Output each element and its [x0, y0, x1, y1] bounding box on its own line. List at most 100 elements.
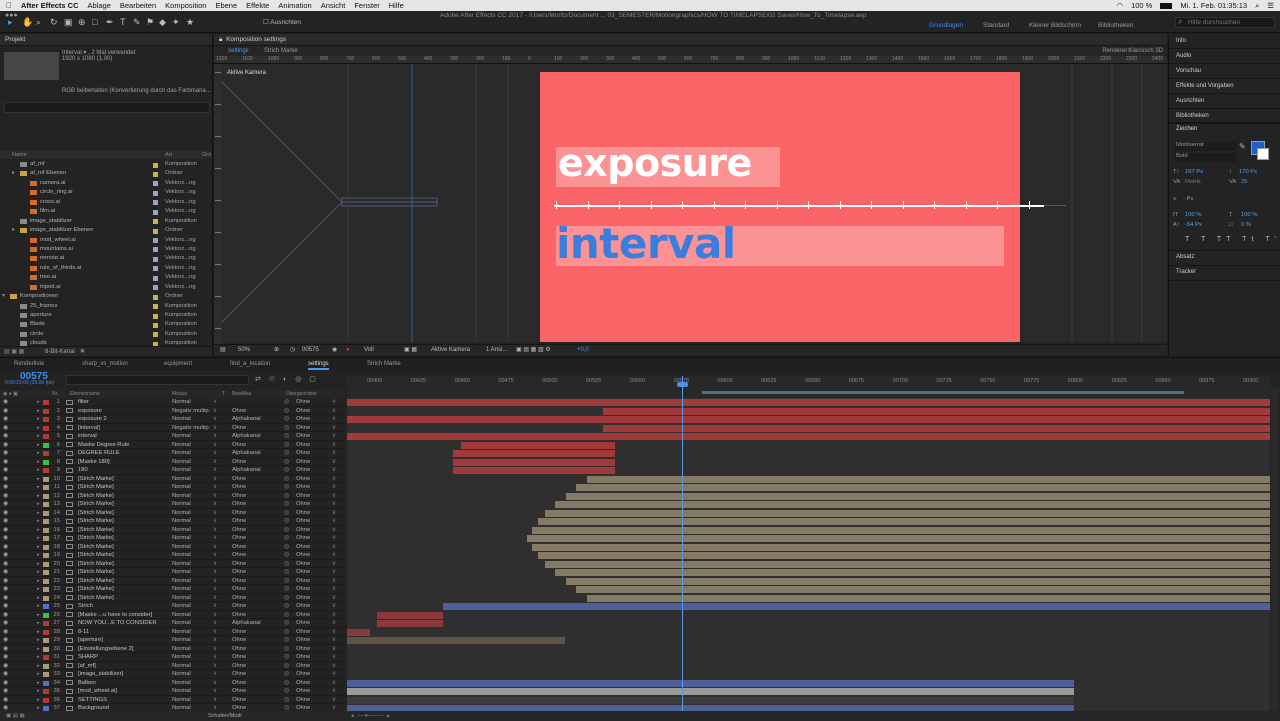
layer-label-color[interactable] [43, 519, 49, 524]
layer-row[interactable]: ◉ ▸ 22 [Strich Marke] Normal ∨ Ohne ◎ Ohne ∨ [0, 577, 345, 585]
track-matte-select[interactable]: Ohne [232, 500, 246, 509]
layer-name[interactable]: [Strich Marke] [78, 526, 114, 535]
expand-triangle-icon[interactable]: ▸ [12, 226, 15, 235]
layer-label-color[interactable] [43, 459, 49, 465]
parent-select[interactable]: Ohne ∨ [296, 585, 336, 594]
layer-label-color[interactable] [43, 425, 49, 431]
visibility-eye-icon[interactable]: ◉ [3, 500, 8, 509]
menu-item-ansicht[interactable]: Ansicht [321, 1, 346, 10]
track-matte-select[interactable]: Alphakanal [232, 415, 261, 424]
layer-row[interactable]: ◉ ▸ 34 Balken Normal ∨ Ohne ◎ Ohne ∨ [0, 679, 345, 687]
layer-name[interactable]: [Strich Marke] [78, 500, 114, 509]
parent-select[interactable]: Ohne ∨ [296, 449, 336, 458]
blend-mode-select[interactable]: Negativ multip ∨ [172, 424, 217, 432]
project-item[interactable]: tripod.ai Vektorz...ng [0, 283, 212, 292]
pick-whip-icon[interactable]: ◎ [284, 585, 289, 594]
layer-label-color[interactable] [43, 451, 49, 456]
blend-mode-select[interactable]: Normal ∨ [172, 585, 217, 593]
expand-triangle-icon[interactable]: ▸ [37, 594, 40, 603]
expand-triangle-icon[interactable]: ▸ [37, 441, 40, 450]
layer-label-color[interactable] [43, 536, 49, 541]
project-item[interactable]: circle Komposition [0, 330, 212, 339]
clock[interactable]: Mi. 1. Feb. 01:35:13 [1180, 1, 1247, 10]
layer-duration-bar[interactable] [602, 407, 1270, 415]
parent-select[interactable]: Ohne ∨ [296, 653, 336, 662]
panel-effekte-und-vorgaben[interactable]: Effekte und Vorgaben [1176, 83, 1234, 89]
layer-duration-bar[interactable] [376, 620, 443, 627]
align-checkbox[interactable]: ☐ Ausrichten [263, 18, 301, 28]
bit-depth[interactable]: 8-Bit-Kanal [45, 349, 75, 355]
visibility-eye-icon[interactable]: ◉ [3, 585, 8, 594]
timeline-tab-sharp_vs_motion[interactable]: sharp_vs_motion [82, 358, 128, 370]
layer-row[interactable]: ◉ ▸ 6 Maske Degree Rule Normal ∨ Ohne ◎ Ohne ∨ [0, 441, 345, 450]
label-color[interactable] [153, 256, 158, 262]
track-matte-select[interactable]: Ohne [232, 509, 246, 518]
track-matte-select[interactable]: Ohne [232, 594, 246, 603]
blend-mode-select[interactable]: Normal ∨ [172, 534, 217, 542]
parent-select[interactable]: Ohne ∨ [296, 509, 336, 518]
pick-whip-icon[interactable]: ◎ [284, 534, 289, 543]
layer-label-color[interactable] [43, 493, 49, 499]
parent-select[interactable]: Ohne ∨ [296, 517, 336, 526]
layer-row[interactable]: ◉ ▸ 11 [Strich Marke] Normal ∨ Ohne ◎ Ohne ∨ [0, 483, 345, 492]
visibility-eye-icon[interactable]: ◉ [3, 475, 8, 484]
expand-triangle-icon[interactable]: ▸ [37, 424, 40, 433]
layer-row[interactable]: ◉ ▸ 9 180 Normal ∨ Alphakanal ◎ Ohne ∨ [0, 466, 345, 475]
color-channel-icon[interactable]: ● [346, 345, 350, 356]
expand-triangle-icon[interactable]: ▸ [37, 458, 40, 467]
layer-duration-bar[interactable] [347, 637, 565, 644]
label-color[interactable] [153, 209, 158, 215]
label-color[interactable] [153, 162, 158, 168]
layer-duration-bar[interactable] [575, 586, 1270, 593]
layer-name[interactable]: exposure [78, 407, 102, 416]
stamp-tool-icon[interactable]: ⚑ [146, 17, 154, 27]
parent-select[interactable]: Ohne ∨ [296, 432, 336, 441]
pick-whip-icon[interactable]: ◎ [284, 594, 289, 603]
layer-row[interactable]: ◉ ▸ 24 [Strich Marke] Normal ∨ Ohne ◎ Ohne ∨ [0, 594, 345, 603]
visibility-eye-icon[interactable]: ◉ [3, 534, 8, 543]
track-matte-select[interactable]: Ohne [232, 526, 246, 535]
visibility-eye-icon[interactable]: ◉ [3, 560, 8, 569]
expand-triangle-icon[interactable]: ▸ [37, 551, 40, 560]
parent-select[interactable]: Ohne ∨ [296, 628, 336, 637]
blend-mode-select[interactable]: Normal ∨ [172, 687, 217, 695]
brush-tool-icon[interactable]: ✎ [133, 17, 141, 27]
character-panel-title[interactable]: Zeichen [1176, 126, 1197, 132]
font-size-value[interactable]: 167 Px [1185, 169, 1203, 175]
layer-label-color[interactable] [43, 468, 49, 473]
layer-duration-bar[interactable] [376, 611, 443, 619]
layer-name[interactable]: Maske Degree Rule [78, 441, 129, 450]
track-matte-select[interactable]: Ohne [232, 517, 246, 526]
layer-row[interactable]: ◉ ▸ 35 [mod_wheel.ai] Normal ∨ Ohne ◎ Ohne ∨ [0, 687, 345, 696]
layer-row[interactable]: ◉ ▸ 12 [Strich Marke] Normal ∨ Ohne ◎ Ohne ∨ [0, 492, 345, 500]
layer-duration-bar[interactable] [526, 535, 1270, 542]
layer-row[interactable]: ◉ ▸ 20 [Strich Marke] Normal ∨ Ohne ◎ Ohne ∨ [0, 560, 345, 569]
ruler-top[interactable]: 1200 1100 1000 900 800 700 600 500 400 300 200 100 0… [214, 56, 1167, 64]
pick-whip-icon[interactable]: ◎ [284, 645, 289, 654]
timeline-scrollbar[interactable] [1271, 388, 1279, 710]
project-item[interactable]: rule_of_thirds.ai Vektorz...ng [0, 264, 212, 273]
layer-duration-bar[interactable] [545, 509, 1270, 517]
label-color[interactable] [153, 322, 158, 328]
visibility-eye-icon[interactable]: ◉ [3, 696, 8, 705]
comp-tab-settings[interactable]: settings [228, 46, 249, 56]
layer-row[interactable]: ◉ ▸ 17 [Strich Marke] Normal ∨ Ohne ◎ Ohne ∨ [0, 534, 345, 543]
blend-mode-select[interactable]: Normal ∨ [172, 568, 217, 576]
parent-select[interactable]: Ohne ∨ [296, 662, 336, 671]
label-color[interactable] [153, 190, 158, 196]
timecode-field-icon[interactable]: ◷ [290, 345, 295, 356]
stroke-width-value[interactable]: - Px [1183, 196, 1193, 202]
visibility-eye-icon[interactable]: ◉ [3, 432, 8, 441]
layer-name[interactable]: 180 [78, 466, 88, 475]
col-type[interactable]: Art [165, 152, 172, 158]
blend-mode-select[interactable]: Normal ∨ [172, 509, 217, 517]
timeline-tab-strich-marke[interactable]: Strich Marke [367, 358, 401, 370]
pick-whip-icon[interactable]: ◎ [284, 551, 289, 560]
layer-row[interactable]: ◉ ▸ 10 [Strich Marke] Normal ∨ Ohne ◎ Ohne ∨ [0, 475, 345, 484]
track-matte-select[interactable]: Ohne [232, 687, 246, 696]
visibility-eye-icon[interactable]: ◉ [3, 466, 8, 475]
blend-mode-select[interactable]: Normal ∨ [172, 653, 217, 661]
label-color[interactable] [153, 228, 158, 234]
help-search-input[interactable]: Hilfe durchsuchen [1175, 17, 1275, 28]
menu-item-komposition[interactable]: Komposition [165, 1, 206, 10]
